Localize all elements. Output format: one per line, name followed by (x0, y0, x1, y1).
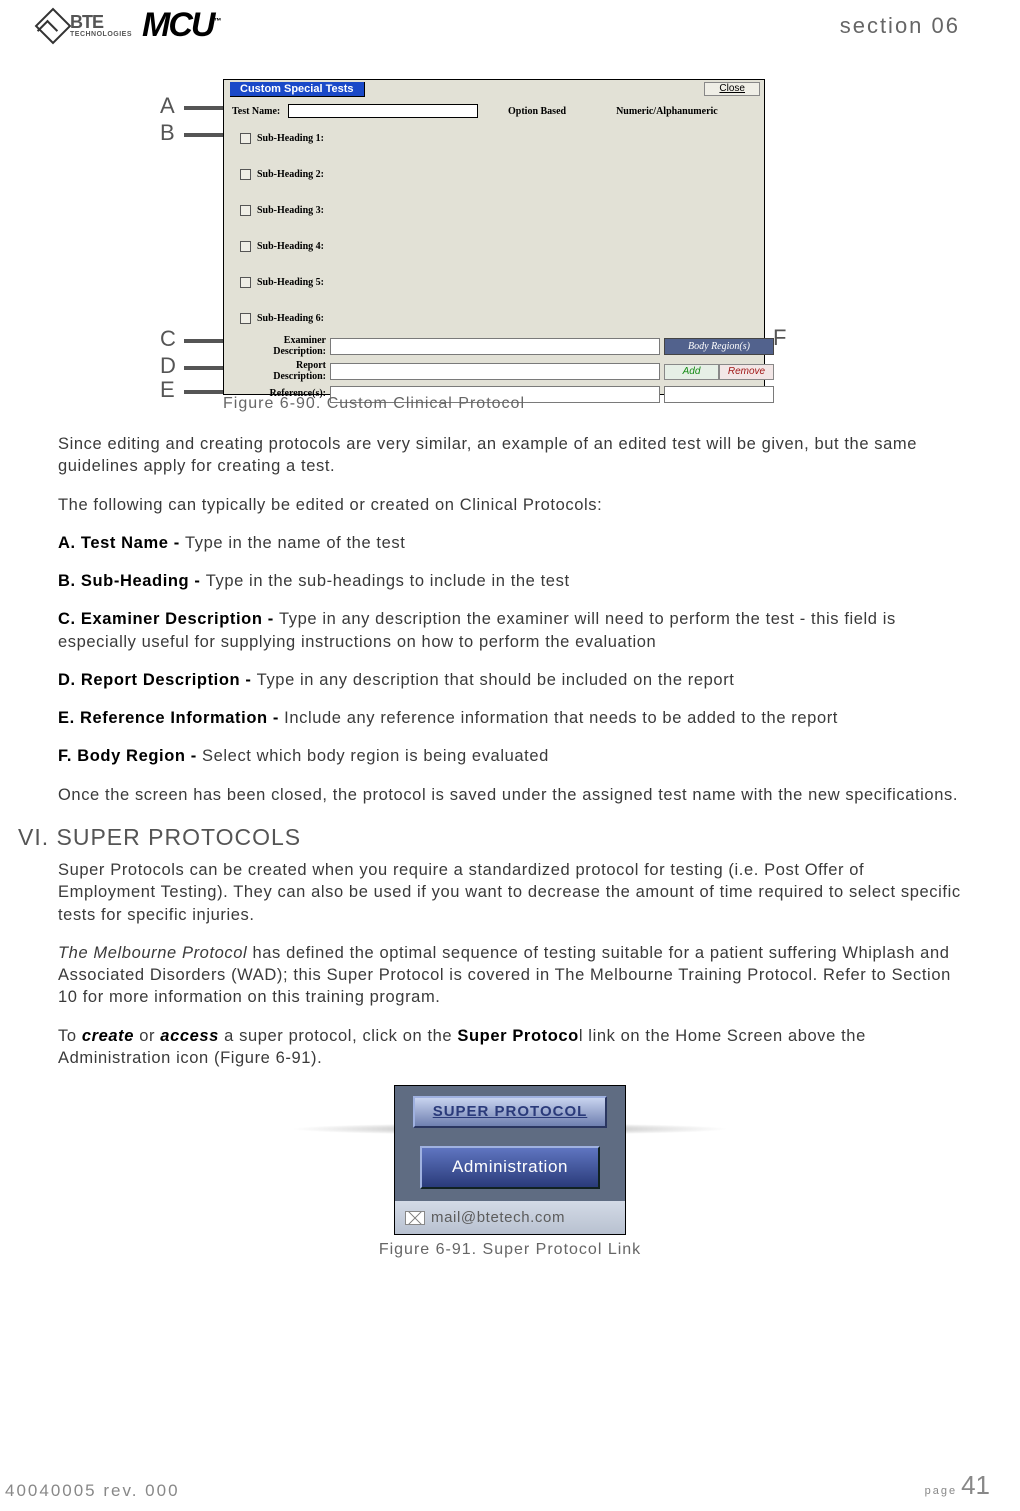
def-bold: E. Reference Information - (58, 709, 284, 727)
checkbox-icon[interactable] (240, 205, 251, 216)
subheading-label: Sub-Heading 6: (257, 313, 324, 324)
subheading-label: Sub-Heading 2: (257, 169, 324, 180)
definition-B: B. Sub-Heading - Type in the sub-heading… (58, 570, 962, 592)
paragraph: Once the screen has been closed, the pro… (58, 784, 962, 806)
subheading-row: Sub-Heading 6: (224, 300, 764, 336)
window-titlebar: Custom Special Tests Close (224, 80, 764, 98)
bte-logo: BTE TECHNOLOGIES (40, 13, 132, 39)
subheading-label: Sub-Heading 1: (257, 133, 324, 144)
subheading-label: Sub-Heading 3: (257, 205, 324, 216)
mail-text: mail@btetech.com (431, 1208, 565, 1228)
mcu-logo: MCU™ (142, 6, 221, 45)
close-button[interactable]: Close (704, 82, 760, 96)
mail-bar: mail@btetech.com (395, 1201, 625, 1234)
checkbox-icon[interactable] (240, 313, 251, 324)
text-run: To (58, 1027, 82, 1045)
callout-B: B (160, 120, 175, 146)
def-text: Type in the name of the test (185, 534, 405, 552)
trademark-icon: ™ (213, 17, 221, 26)
def-bold: D. Report Description - (58, 671, 257, 689)
mcu-logo-text: MCU (142, 6, 213, 44)
document-number: 40040005 rev. 000 (5, 1481, 180, 1501)
test-name-label: Test Name: (232, 106, 288, 117)
paragraph: To create or access a super protocol, cl… (58, 1025, 962, 1070)
def-text: Include any reference information that n… (284, 709, 838, 727)
figure-6-91: SUPER PROTOCOL Administration mail@btete… (310, 1085, 710, 1261)
test-name-row: Test Name: Option Based Numeric/Alphanum… (224, 98, 764, 120)
callout-D: D (160, 353, 176, 379)
body-region-button[interactable]: Body Region(s) (664, 338, 774, 355)
administration-link[interactable]: Administration (420, 1146, 600, 1189)
custom-special-tests-window: Custom Special Tests Close Test Name: Op… (223, 79, 765, 395)
page-header: BTE TECHNOLOGIES MCU™ section 06 (0, 0, 1020, 45)
figure-6-90-caption: Figure 6-90. Custom Clinical Protocol (223, 395, 525, 413)
section-label: section 06 (840, 13, 960, 39)
report-desc-label: Report Description: (236, 361, 326, 382)
page-number: 41 (961, 1470, 990, 1501)
checkbox-icon[interactable] (240, 133, 251, 144)
checkbox-icon[interactable] (240, 169, 251, 180)
checkbox-icon[interactable] (240, 277, 251, 288)
paragraph: Super Protocols can be created when you … (58, 859, 962, 926)
examiner-desc-label: Examiner Description: (236, 336, 326, 357)
def-text: Type in any description that should be i… (257, 671, 735, 689)
figure-6-91-caption: Figure 6-91. Super Protocol Link (310, 1239, 710, 1261)
definition-C: C. Examiner Description - Type in any de… (58, 608, 962, 653)
logos: BTE TECHNOLOGIES MCU™ (40, 6, 221, 45)
callout-A: A (160, 93, 175, 119)
subheading-row: Sub-Heading 4: (224, 228, 764, 264)
subheading-label: Sub-Heading 4: (257, 241, 324, 252)
report-desc-input[interactable] (330, 363, 660, 380)
def-text: Type in the sub-headings to include in t… (206, 572, 570, 590)
definition-F: F. Body Region - Select which body regio… (58, 745, 962, 767)
add-remove-group: Add Remove (664, 364, 774, 380)
definition-E: E. Reference Information - Include any r… (58, 707, 962, 729)
subheading-row: Sub-Heading 1: (224, 120, 764, 156)
bte-logo-text: BTE (70, 13, 132, 31)
def-bold: A. Test Name - (58, 534, 185, 552)
paragraph: The Melbourne Protocol has defined the o… (58, 942, 962, 1009)
bold-italic-term: access (160, 1027, 219, 1045)
checkbox-icon[interactable] (240, 241, 251, 252)
callout-C: C (160, 326, 176, 352)
callout-E: E (160, 377, 175, 403)
subheading-row: Sub-Heading 2: (224, 156, 764, 192)
def-bold: C. Examiner Description - (58, 610, 279, 628)
paragraph: Since editing and creating protocols are… (58, 433, 962, 478)
def-bold: B. Sub-Heading - (58, 572, 206, 590)
page-footer: 40040005 rev. 000 page 41 (0, 1470, 1020, 1501)
body-region-display[interactable] (664, 386, 774, 403)
super-protocol-link[interactable]: SUPER PROTOCOL (413, 1096, 608, 1128)
italic-term: The Melbourne Protocol (58, 944, 247, 962)
subheading-row: Sub-Heading 5: (224, 264, 764, 300)
bold-italic-term: create (82, 1027, 134, 1045)
paragraph: The following can typically be edited or… (58, 494, 962, 516)
mail-icon (405, 1211, 425, 1225)
page-word: page (925, 1485, 957, 1497)
subheading-label: Sub-Heading 5: (257, 277, 324, 288)
add-button[interactable]: Add (664, 364, 719, 380)
subheading-row: Sub-Heading 3: (224, 192, 764, 228)
bte-logo-icon (40, 13, 66, 39)
window-title: Custom Special Tests (230, 82, 365, 97)
def-text: Select which body region is being evalua… (202, 747, 549, 765)
super-protocol-screenshot: SUPER PROTOCOL Administration mail@btete… (394, 1085, 626, 1235)
bte-logo-subtext: TECHNOLOGIES (70, 31, 132, 38)
examiner-desc-input[interactable] (330, 338, 660, 355)
option-based-header: Option Based (508, 106, 566, 117)
remove-button[interactable]: Remove (719, 364, 774, 380)
text-run: a super protocol, click on the (219, 1027, 457, 1045)
text-run: or (134, 1027, 160, 1045)
def-bold: F. Body Region - (58, 747, 202, 765)
definition-A: A. Test Name - Type in the name of the t… (58, 532, 962, 554)
heading-super-protocols: VI. SUPER PROTOCOLS (18, 822, 962, 853)
page-number-group: page 41 (925, 1470, 990, 1501)
numeric-alpha-header: Numeric/Alphanumeric (616, 106, 718, 117)
bold-term: Super Protoco (457, 1027, 578, 1045)
definition-D: D. Report Description - Type in any desc… (58, 669, 962, 691)
callout-F: F (773, 325, 786, 351)
test-name-input[interactable] (288, 104, 478, 118)
